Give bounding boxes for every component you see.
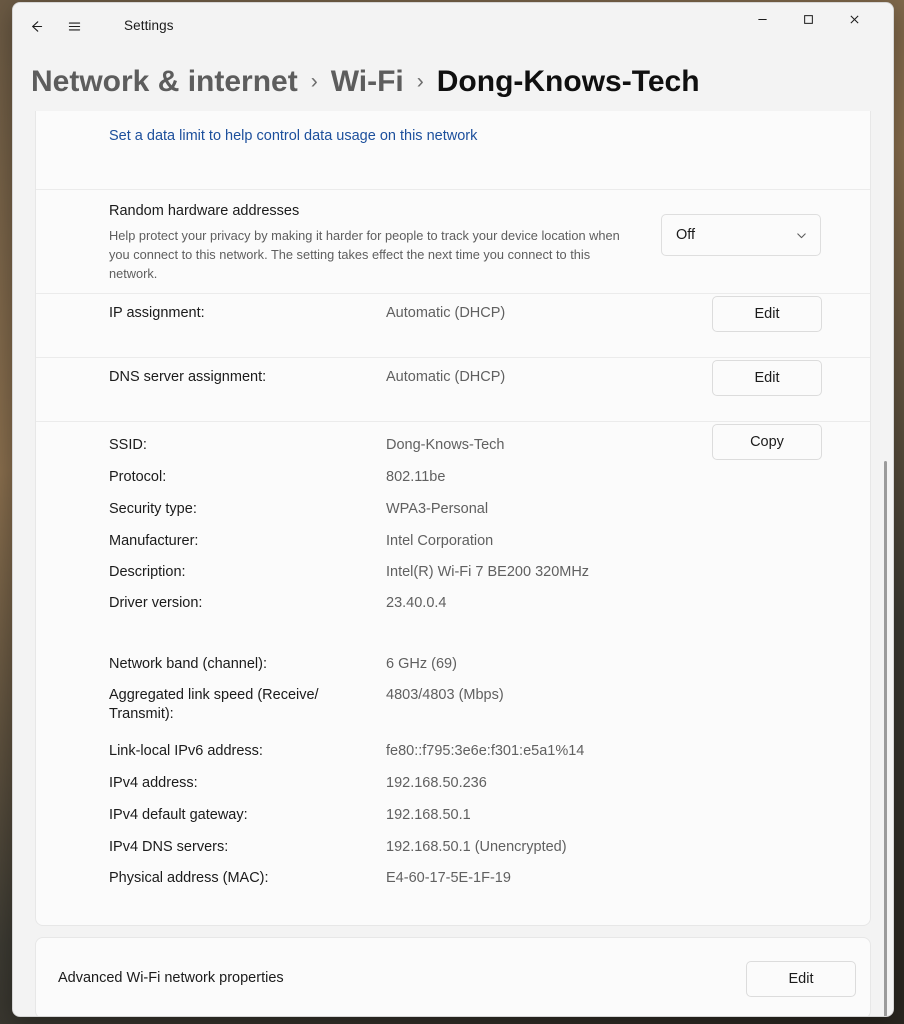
divider-3 <box>36 357 870 358</box>
property-value: Intel Corporation <box>386 533 494 549</box>
navigation-menu-button[interactable] <box>57 10 91 42</box>
breadcrumb-separator-2: › <box>416 70 424 93</box>
edit-advanced-properties-button[interactable]: Edit <box>746 961 856 997</box>
hamburger-menu-icon <box>68 22 80 30</box>
network-properties-card: Set a data limit to help control data us… <box>35 111 871 926</box>
dns-assignment-label: DNS server assignment: <box>109 369 267 385</box>
property-value: 192.168.50.1 <box>386 807 471 823</box>
property-value: WPA3-Personal <box>386 501 489 517</box>
title-bar: Settings <box>13 3 893 49</box>
property-label: Security type: <box>109 501 197 517</box>
property-value: 6 GHz (69) <box>386 656 457 672</box>
random-hardware-value: Off <box>676 227 696 243</box>
property-label: Network band (channel): <box>109 656 267 672</box>
property-label: Aggregated link speed (Receive/ Transmit… <box>109 687 319 722</box>
property-label: Driver version: <box>109 595 203 611</box>
property-value: Intel(R) Wi-Fi 7 BE200 320MHz <box>386 564 590 580</box>
property-value: 4803/4803 (Mbps) <box>386 687 504 703</box>
random-hardware-dropdown[interactable]: Off <box>661 214 821 256</box>
ip-assignment-value: Automatic (DHCP) <box>386 305 506 321</box>
breadcrumb-separator-1: › <box>310 70 318 93</box>
breadcrumb-section-wifi[interactable]: Wi-Fi <box>331 65 404 99</box>
close-icon <box>849 14 859 24</box>
scrollbar-thumb[interactable] <box>884 461 887 1016</box>
property-value: E4-60-17-5E-1F-19 <box>386 870 511 886</box>
advanced-properties-label: Advanced Wi-Fi network properties <box>58 970 284 986</box>
divider-2 <box>36 293 870 294</box>
property-label: Link-local IPv6 address: <box>109 743 263 759</box>
property-value: 23.40.0.4 <box>386 595 447 611</box>
close-button[interactable] <box>831 3 877 35</box>
maximize-icon <box>803 14 813 24</box>
property-label: Physical address (MAC): <box>109 870 269 886</box>
back-arrow-icon <box>31 20 42 32</box>
divider-4 <box>36 421 870 422</box>
settings-scroll-area: Set a data limit to help control data us… <box>13 111 893 1016</box>
edit-dns-assignment-button[interactable]: Edit <box>712 360 822 396</box>
property-label: Manufacturer: <box>109 533 199 549</box>
breadcrumb: Network & internet › Wi-Fi › Dong-Knows-… <box>31 55 700 109</box>
settings-window: Settings Network & internet › Wi-Fi › Do… <box>12 2 894 1017</box>
divider-1 <box>36 189 870 190</box>
property-value: 192.168.50.236 <box>386 775 487 791</box>
vertical-scrollbar[interactable] <box>883 461 889 1016</box>
property-value: Dong-Knows-Tech <box>386 437 505 453</box>
advanced-properties-card: Advanced Wi-Fi network properties Edit <box>35 937 871 1016</box>
property-label: IPv4 DNS servers: <box>109 839 229 855</box>
property-label: SSID: <box>109 437 147 453</box>
property-label: Description: <box>109 564 186 580</box>
property-value: 192.168.50.1 (Unencrypted) <box>386 839 567 855</box>
edit-ip-assignment-button[interactable]: Edit <box>712 296 822 332</box>
property-value: fe80::f795:3e6e:f301:e5a1%14 <box>386 743 585 759</box>
property-label: IPv4 default gateway: <box>109 807 248 823</box>
breadcrumb-root[interactable]: Network & internet <box>31 65 298 99</box>
maximize-button[interactable] <box>785 3 831 35</box>
property-value: 802.11be <box>386 469 446 485</box>
back-button[interactable] <box>19 10 53 42</box>
property-label: Protocol: <box>109 469 167 485</box>
ip-assignment-label: IP assignment: <box>109 305 205 321</box>
minimize-icon <box>757 18 767 20</box>
dns-assignment-value: Automatic (DHCP) <box>386 369 506 385</box>
chevron-down-icon <box>795 215 808 255</box>
breadcrumb-current-network: Dong-Knows-Tech <box>436 65 700 98</box>
property-label: IPv4 address: <box>109 775 198 791</box>
app-title: Settings <box>124 18 174 33</box>
random-hardware-title: Random hardware addresses <box>109 203 300 219</box>
random-hardware-description: Help protect your privacy by making it h… <box>109 228 620 281</box>
copy-properties-button[interactable]: Copy <box>712 424 822 460</box>
minimize-button[interactable] <box>739 3 785 35</box>
set-data-limit-link[interactable]: Set a data limit to help control data us… <box>109 128 477 144</box>
